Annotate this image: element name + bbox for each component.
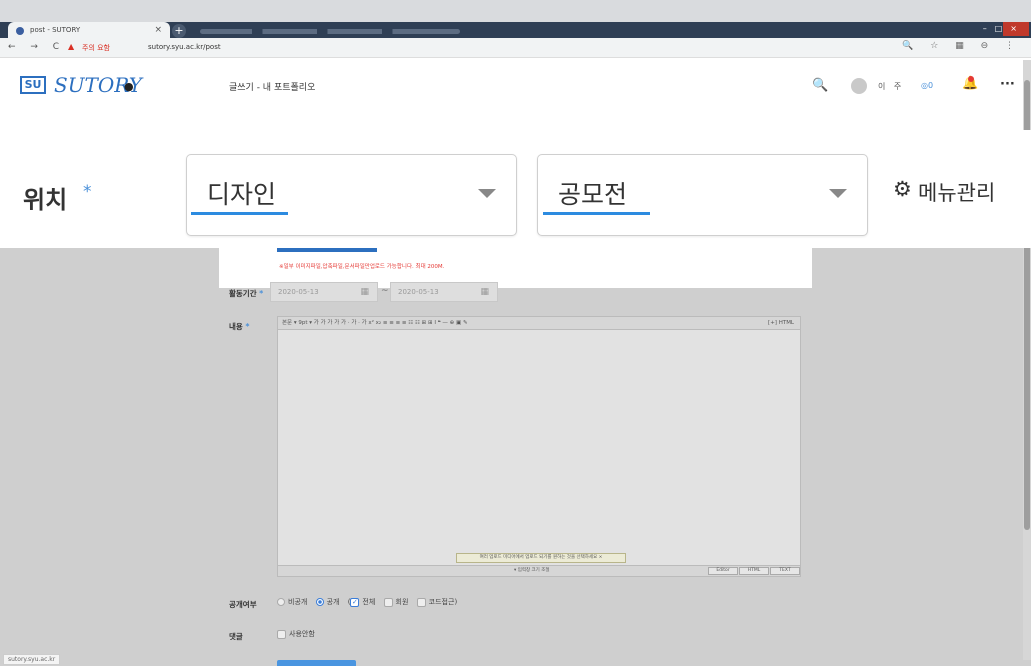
- radio-public-label: 공개: [326, 598, 340, 606]
- editor-mode-editor[interactable]: Editor: [708, 567, 738, 575]
- calendar-icon[interactable]: ▦: [480, 283, 489, 301]
- editor-hint: 여러 업로드 미디어에서 업로드 되기를 원하는 것을 선택하세요 ×: [456, 553, 626, 563]
- comment-label: 댓글: [229, 632, 243, 641]
- radio-private[interactable]: 비공개: [277, 598, 307, 606]
- checkbox[interactable]: [277, 629, 286, 639]
- start-date-value: 2020-05-13: [278, 288, 319, 296]
- scope-members[interactable]: 회원: [383, 597, 409, 607]
- location-label: 위치: [23, 186, 68, 214]
- period-label-text: 활동기간: [229, 289, 257, 298]
- comment-disable-option[interactable]: 사용안함: [277, 629, 315, 639]
- content-label: 내용 *: [229, 321, 249, 332]
- toolbar-icons[interactable]: 🔍 ☆ ▦ ⊖ ⋮: [902, 41, 1021, 51]
- end-date-input[interactable]: 2020-05-13 ▦: [390, 282, 498, 302]
- username[interactable]: 이 주: [878, 81, 904, 92]
- radio-private-label: 비공개: [288, 598, 308, 606]
- scope-all[interactable]: (✓ 전체: [348, 597, 376, 607]
- other-tabs: [200, 29, 460, 34]
- visibility-options: 비공개 공개 (✓ 전체 회원 코드접근): [277, 597, 463, 607]
- scope-close-paren: ): [454, 598, 458, 606]
- checkbox[interactable]: [416, 597, 426, 607]
- tab-close-icon[interactable]: ×: [154, 22, 162, 39]
- browser-window: post - SUTORY × + –□× ← → C ▲ 주의 요함 suto…: [0, 0, 1031, 666]
- page-title: 글쓰기 - 내 포트폴리오: [229, 83, 316, 93]
- date-separator: ~: [381, 286, 389, 296]
- browser-titlebar: post - SUTORY × + –□×: [0, 0, 1031, 39]
- calendar-icon[interactable]: ▦: [360, 283, 369, 301]
- gear-icon[interactable]: ⚙: [893, 177, 912, 201]
- visibility-label: 공개여부: [229, 600, 257, 609]
- required-mark: *: [259, 289, 264, 298]
- radio-button[interactable]: [277, 598, 285, 606]
- location-row: 위치 * 디자인 공모전 ⚙ 메뉴관리: [0, 130, 1031, 248]
- required-mark: *: [245, 322, 250, 331]
- checkbox[interactable]: [383, 597, 393, 607]
- submit-button[interactable]: [277, 660, 356, 666]
- warning-icon[interactable]: ▲: [68, 42, 74, 51]
- chat-icon[interactable]: ●: [124, 80, 134, 93]
- nav-buttons[interactable]: ← → C: [8, 42, 65, 52]
- category-value: 디자인: [207, 180, 277, 209]
- new-tab-button[interactable]: +: [172, 24, 186, 38]
- radio-button-selected[interactable]: [315, 598, 324, 606]
- editor-mode-html[interactable]: HTML: [739, 567, 769, 575]
- more-icon[interactable]: ···: [1000, 77, 1015, 92]
- tab-title: post - SUTORY: [30, 26, 81, 34]
- browser-tab[interactable]: post - SUTORY ×: [8, 22, 170, 39]
- required-mark: *: [83, 182, 92, 202]
- editor-mode-text[interactable]: TEXT: [770, 567, 800, 575]
- chevron-down-icon: [829, 189, 847, 198]
- comment-option-label: 사용안함: [289, 630, 315, 638]
- window-controls[interactable]: –□×: [983, 24, 1025, 33]
- radio-public[interactable]: 공개: [315, 598, 340, 606]
- scope-members-label: 회원: [395, 598, 409, 606]
- editor-toolbar[interactable]: 본문 ▾ 9pt ▾ 가 가 가 가 가 · 가 · 가 x² x₂ ≡ ≡ ≡…: [278, 317, 800, 330]
- editor-mode-toggle[interactable]: [+] HTML: [768, 317, 794, 329]
- favicon-icon: [16, 27, 24, 35]
- end-date-value: 2020-05-13: [398, 288, 439, 296]
- period-label: 활동기간 *: [229, 288, 263, 299]
- subcategory-select[interactable]: 공모전: [537, 154, 868, 236]
- site-header: SU SUTORY ● 🔍 이 주 ◎0 🔔 ···: [0, 58, 1031, 130]
- content-label-text: 내용: [229, 322, 243, 331]
- avatar[interactable]: [851, 78, 867, 94]
- checkbox-checked[interactable]: ✓: [350, 597, 360, 607]
- scope-code-label: 코드접근: [428, 598, 455, 606]
- search-icon[interactable]: 🔍: [812, 78, 828, 93]
- upload-progress-bar: [277, 248, 377, 252]
- address-bar: ← → C ▲ 주의 요함 sutory.syu.ac.kr/post 🔍 ☆ …: [0, 38, 1031, 58]
- upload-note: ※일부 이미지파일,압축파일,문서파일만업로드 가능합니다. 최대 200M.: [279, 264, 445, 270]
- scope-all-label: 전체: [362, 598, 376, 606]
- status-bar-url: sutory.syu.ac.kr: [3, 654, 61, 665]
- security-status[interactable]: 주의 요함: [82, 43, 110, 53]
- coin-badge: ◎0: [921, 81, 934, 90]
- notification-dot: [968, 76, 974, 82]
- rich-text-editor[interactable]: 본문 ▾ 9pt ▾ 가 가 가 가 가 · 가 · 가 x² x₂ ≡ ≡ ≡…: [277, 316, 801, 577]
- category-select[interactable]: 디자인: [186, 154, 517, 236]
- scope-code[interactable]: 코드접근): [416, 597, 458, 607]
- subcategory-value: 공모전: [558, 180, 628, 209]
- menu-manage-button[interactable]: 메뉴관리: [918, 177, 995, 207]
- editor-toolbar-buttons[interactable]: 본문 ▾ 9pt ▾ 가 가 가 가 가 · 가 · 가 x² x₂ ≡ ≡ ≡…: [282, 320, 468, 326]
- category-underline: [191, 212, 288, 215]
- resize-handle[interactable]: ▾ 입력창 크기 조절: [514, 566, 550, 576]
- logo-mark[interactable]: SU: [20, 76, 46, 94]
- start-date-input[interactable]: 2020-05-13 ▦: [270, 282, 378, 302]
- subcategory-underline: [543, 212, 650, 215]
- editor-footer: ▾ 입력창 크기 조절 Editor HTML TEXT: [278, 565, 800, 576]
- url-field[interactable]: sutory.syu.ac.kr/post: [148, 43, 221, 51]
- chevron-down-icon: [478, 189, 496, 198]
